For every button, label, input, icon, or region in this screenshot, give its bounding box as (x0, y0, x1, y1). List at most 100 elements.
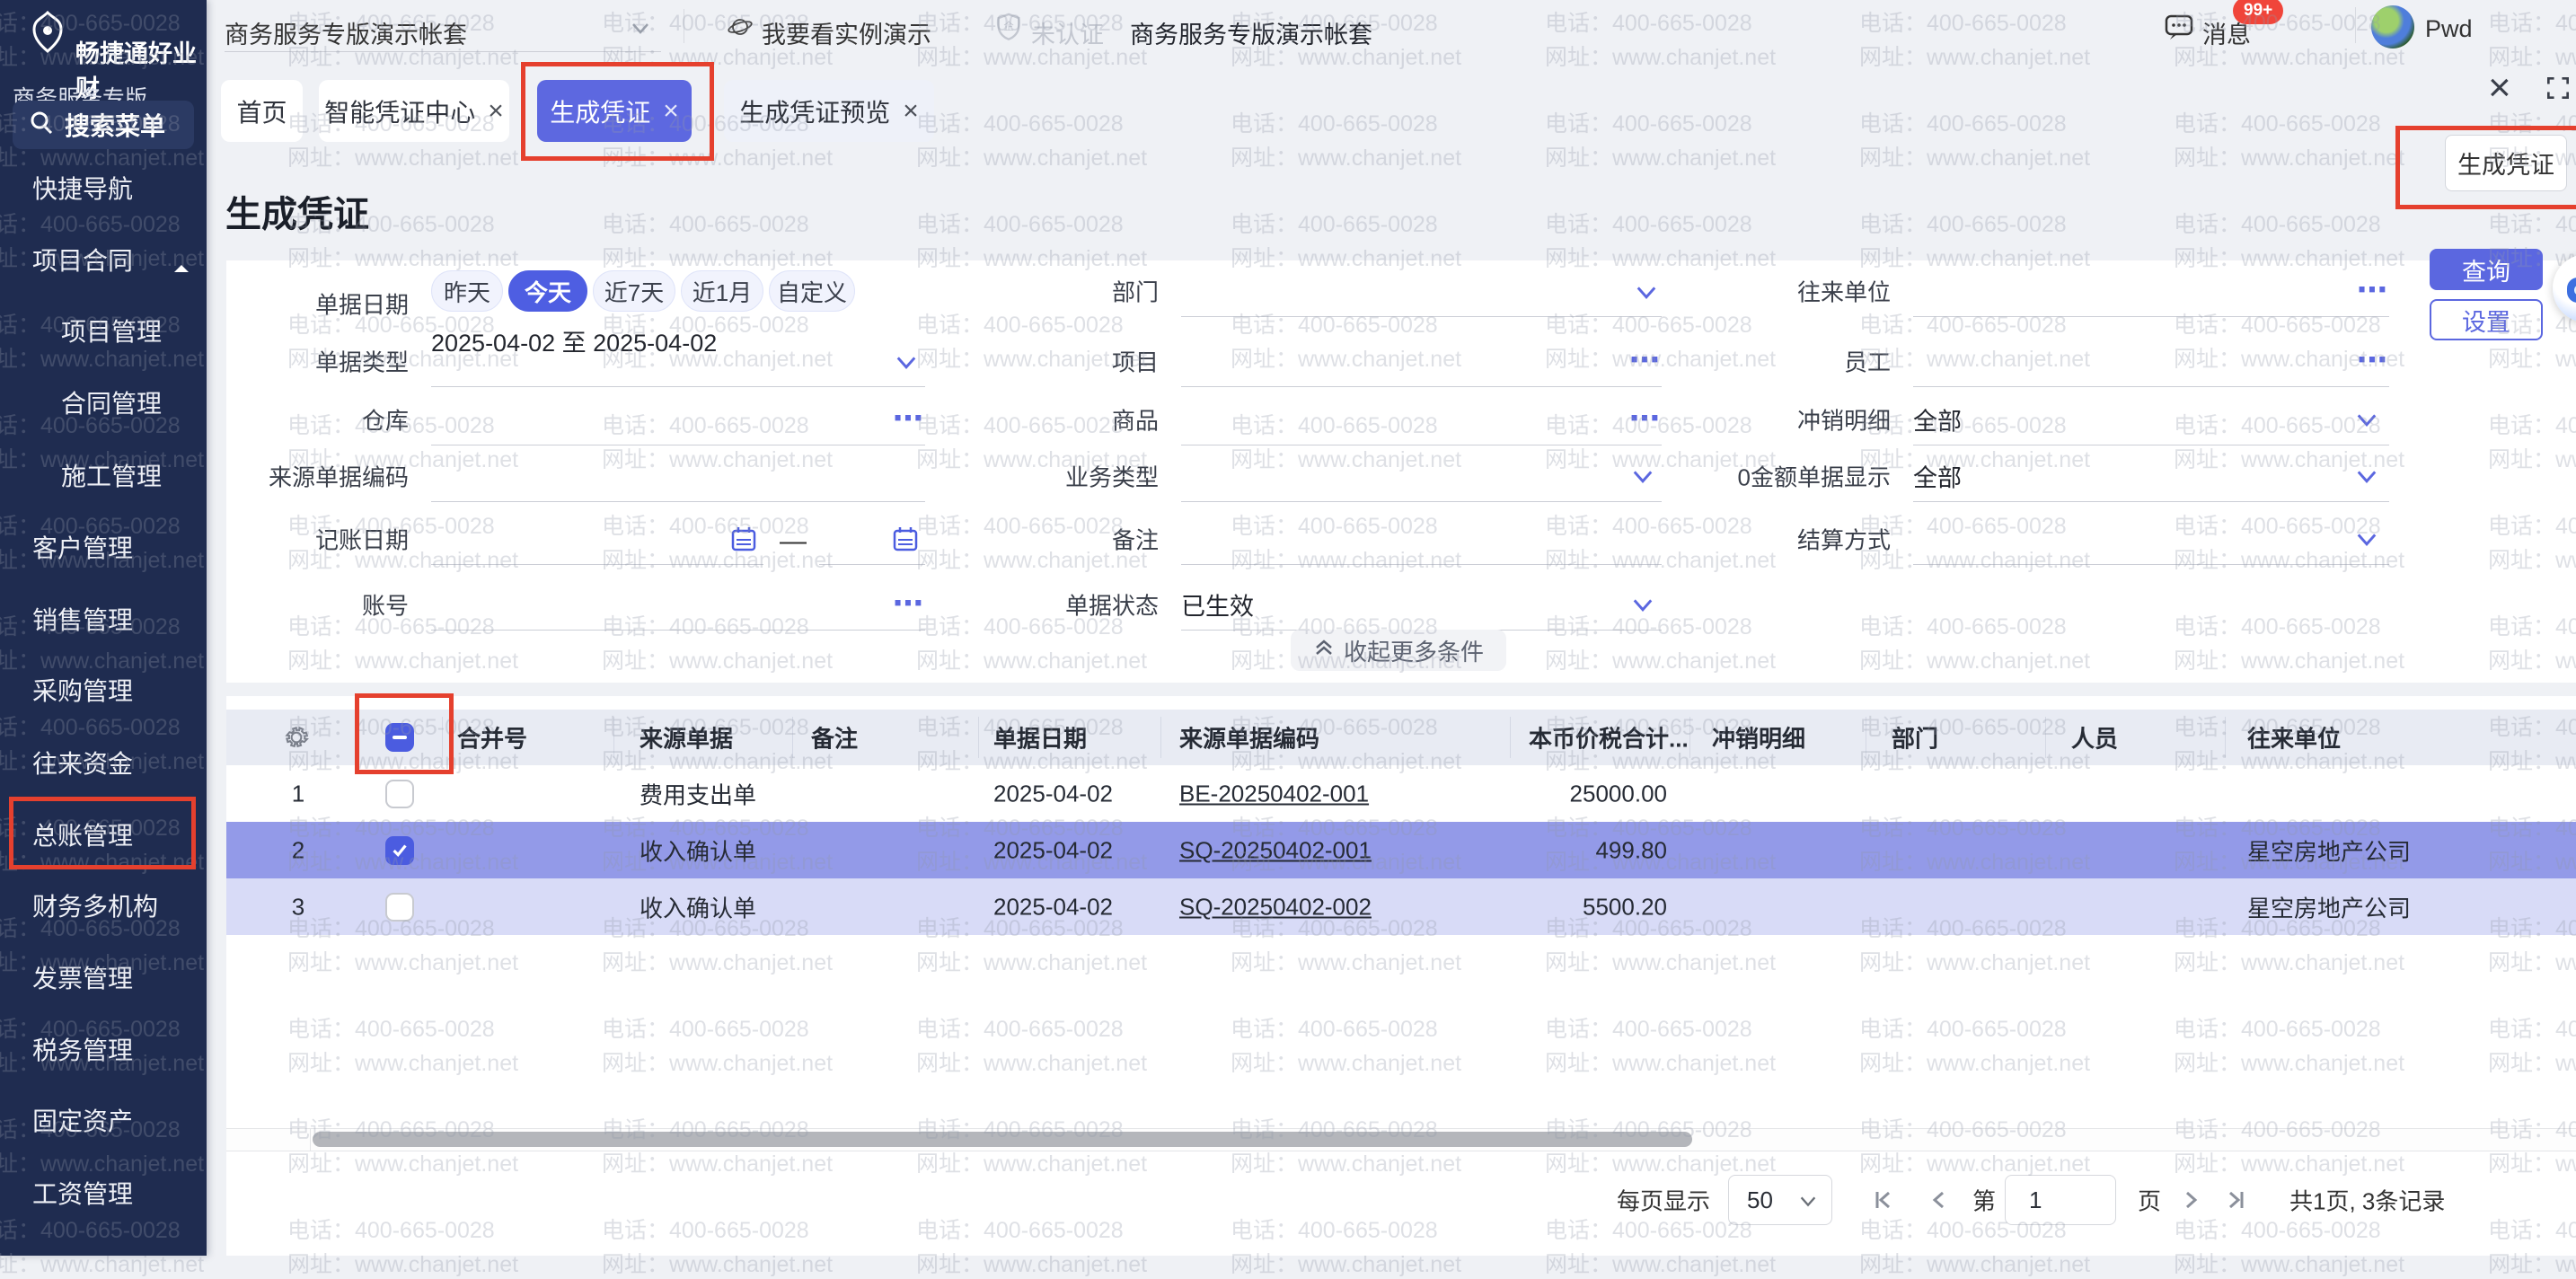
chevron-down-icon[interactable] (1629, 463, 1656, 490)
watermark-text: 电话：400-665-0028 (916, 106, 1124, 138)
horizontal-scrollbar[interactable] (226, 1128, 2576, 1151)
bill-status-value[interactable]: 已生效 (1181, 587, 1254, 622)
sidebar-item-tax-mgmt[interactable]: 税务管理 (0, 1024, 207, 1074)
quick-filter-1month[interactable]: 近1月 (681, 270, 763, 312)
settlement-input[interactable] (1913, 517, 2389, 562)
sidebar-item-sales-mgmt[interactable]: 销售管理 (0, 594, 207, 644)
account-input[interactable] (431, 583, 925, 628)
chevron-down-icon[interactable] (893, 348, 920, 375)
more-icon[interactable]: ⋯ (1629, 403, 1662, 434)
remark-input[interactable] (1181, 517, 1662, 562)
chevron-down-icon[interactable] (629, 16, 652, 46)
more-icon[interactable]: ⋯ (1629, 345, 1662, 375)
business-type-input[interactable] (1181, 454, 1662, 499)
date-range-dash: — (780, 526, 807, 557)
cell-amount: 499.80 (1487, 836, 1667, 864)
chevron-down-icon[interactable] (2353, 463, 2380, 490)
bill-type-input[interactable] (431, 340, 925, 384)
tab-generate-voucher[interactable]: 生成凭证× (537, 80, 692, 142)
user-name[interactable]: Pwd (2425, 15, 2473, 43)
sidebar-item-invoice-mgmt[interactable]: 发票管理 (0, 952, 207, 1002)
sidebar-item-general-ledger[interactable]: 总账管理 (0, 809, 207, 860)
chevron-down-icon[interactable] (1629, 591, 1656, 618)
calendar-icon[interactable] (729, 525, 758, 560)
quick-filter-7days[interactable]: 近7天 (593, 270, 675, 312)
sidebar-item-finance-multi-org[interactable]: 财务多机构 (0, 880, 207, 931)
account-switcher-underline (225, 51, 661, 52)
prev-page-icon[interactable] (1922, 1184, 1954, 1216)
col-writeoff: 冲销明细 (1712, 721, 1805, 754)
booking-date-start-input[interactable] (431, 517, 763, 562)
demo-link[interactable]: 我要看实例演示 (762, 15, 931, 50)
warehouse-input[interactable] (431, 398, 925, 443)
quick-filter-today[interactable]: 今天 (508, 270, 587, 312)
sidebar-item-payroll-mgmt[interactable]: 工资管理 (0, 1168, 207, 1218)
counterparty-input[interactable] (1913, 269, 2389, 314)
fullscreen-icon[interactable] (2544, 74, 2572, 109)
close-icon[interactable]: × (903, 98, 919, 125)
employee-input[interactable] (1913, 340, 2389, 384)
row-checkbox[interactable] (385, 893, 414, 922)
calendar-icon[interactable] (891, 525, 920, 560)
settings-button[interactable]: 设置 (2430, 299, 2543, 340)
sidebar-search[interactable]: 搜索菜单 (13, 101, 194, 149)
watermark-text: 网址：www.chanjet.net (916, 140, 1147, 172)
input-underline (431, 501, 925, 502)
last-page-icon[interactable] (2220, 1184, 2253, 1216)
tab-voucher-preview[interactable]: 生成凭证预览× (724, 80, 934, 142)
close-icon[interactable]: × (663, 98, 679, 125)
page-number-input[interactable]: 1 (2005, 1175, 2116, 1225)
table-row[interactable]: 1 费用支出单 2025-04-02 BE-20250402-001 25000… (226, 765, 2576, 823)
row-checkbox[interactable] (385, 836, 414, 865)
source-code-input[interactable] (431, 454, 925, 499)
cert-status[interactable]: 未认证 (1031, 15, 1104, 50)
scrollbar-thumb[interactable] (313, 1132, 1692, 1147)
department-input[interactable] (1181, 269, 1662, 314)
tab-smart-voucher-center[interactable]: 智能凭证中心× (319, 80, 509, 142)
per-page-select[interactable]: 50 (1728, 1175, 1832, 1225)
sidebar-item-project-mgmt[interactable]: 项目管理 (0, 305, 207, 356)
cell-source-code-link[interactable]: SQ-20250402-001 (1179, 836, 1372, 864)
cell-source-code-link[interactable]: BE-20250402-001 (1179, 780, 1369, 807)
tab-home[interactable]: 首页 (221, 80, 303, 142)
sidebar-item-customer-mgmt[interactable]: 客户管理 (0, 522, 207, 572)
more-icon[interactable]: ⋯ (2357, 345, 2389, 375)
sidebar-item-construction-mgmt[interactable]: 施工管理 (0, 450, 207, 500)
avatar[interactable] (2371, 5, 2414, 49)
select-all-checkbox[interactable] (385, 723, 414, 752)
sidebar-item-project-contract[interactable]: 项目合同 (0, 234, 207, 285)
writeoff-detail-value[interactable]: 全部 (1913, 402, 1962, 437)
sidebar-item-contract-mgmt[interactable]: 合同管理 (0, 377, 207, 428)
table-row[interactable]: 3 收入确认单 2025-04-02 SQ-20250402-002 5500.… (226, 878, 2576, 935)
collapse-conditions-button[interactable]: 收起更多条件 (1291, 630, 1506, 671)
query-button[interactable]: 查询 (2430, 249, 2543, 290)
first-page-icon[interactable] (1866, 1184, 1899, 1216)
gear-icon[interactable] (282, 723, 311, 758)
close-icon[interactable]: × (488, 98, 504, 125)
quick-filter-custom[interactable]: 自定义 (769, 270, 855, 312)
sidebar-item-fixed-assets[interactable]: 固定资产 (0, 1095, 207, 1145)
chevron-down-icon[interactable] (2353, 406, 2380, 433)
chevron-down-icon[interactable] (1633, 278, 1660, 305)
generate-voucher-button[interactable]: 生成凭证 (2445, 135, 2567, 191)
sidebar-item-purchase-mgmt[interactable]: 采购管理 (0, 665, 207, 715)
account-switcher[interactable]: 商务服务专版演示帐套 (225, 15, 467, 50)
sidebar-item-ar-ap-funds[interactable]: 往来资金 (0, 737, 207, 788)
chevron-down-icon[interactable] (2353, 525, 2380, 552)
next-page-icon[interactable] (2175, 1184, 2208, 1216)
sidebar-item-quick-nav[interactable]: 快捷导航 (0, 163, 207, 213)
more-icon[interactable]: ⋯ (893, 403, 925, 434)
more-icon[interactable]: ⋯ (2357, 275, 2389, 305)
goods-input[interactable] (1181, 398, 1662, 443)
window-close-icon[interactable]: × (2488, 68, 2511, 108)
message-icon[interactable] (2163, 11, 2195, 49)
more-icon[interactable]: ⋯ (893, 588, 925, 619)
quick-filter-yesterday[interactable]: 昨天 (431, 270, 503, 312)
table-row[interactable]: 2 收入确认单 2025-04-02 SQ-20250402-001 499.8… (226, 822, 2576, 878)
row-checkbox[interactable] (385, 780, 414, 808)
assistant-robot-button[interactable] (2553, 254, 2576, 322)
project-input[interactable] (1181, 340, 1662, 384)
zero-amount-value[interactable]: 全部 (1913, 459, 1962, 494)
cell-source-code-link[interactable]: SQ-20250402-002 (1179, 893, 1372, 921)
cell-bill-date: 2025-04-02 (993, 836, 1113, 864)
